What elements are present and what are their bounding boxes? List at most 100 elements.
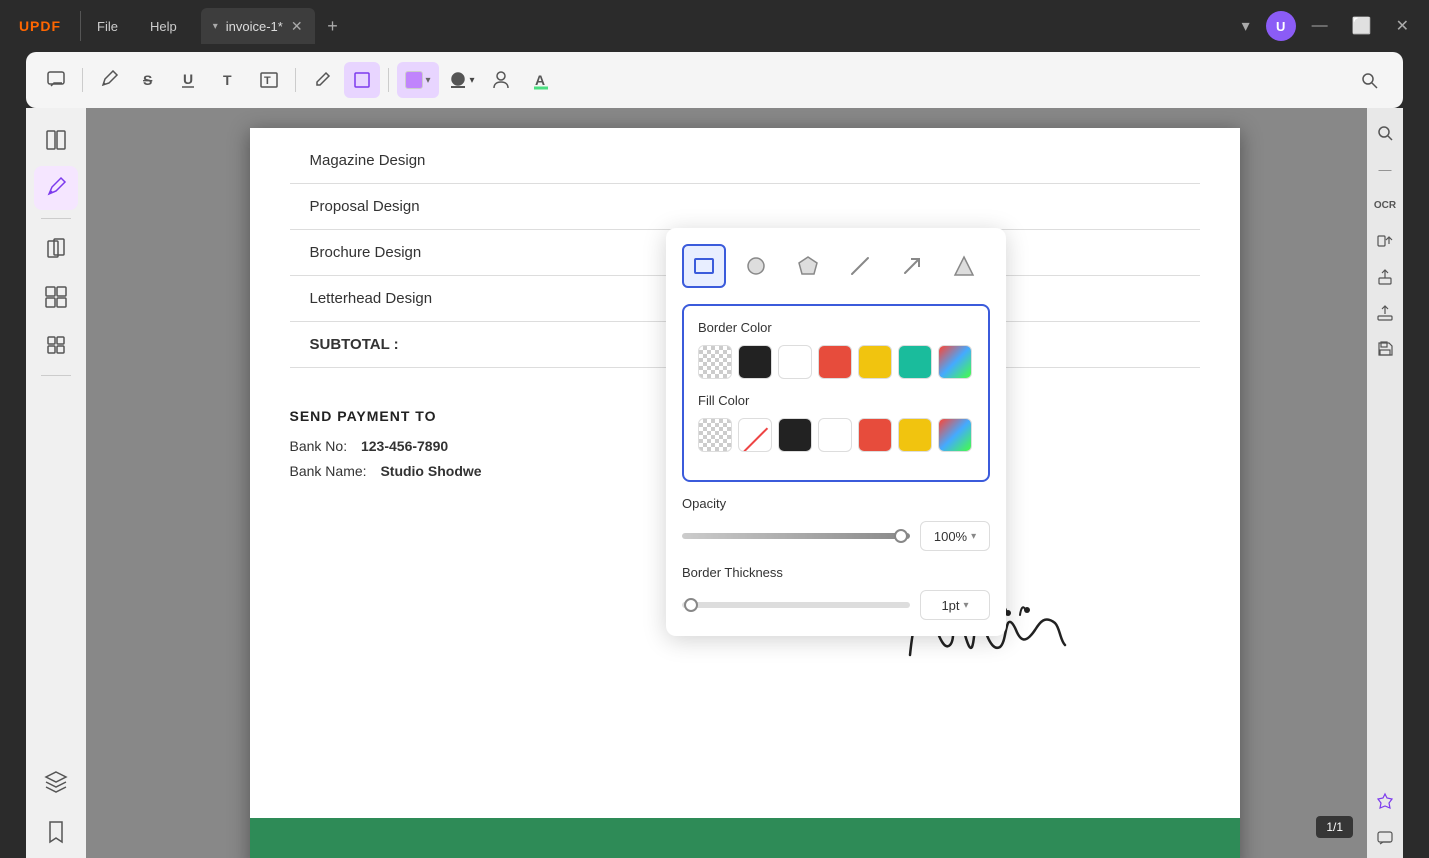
- fill-color-yellow[interactable]: [898, 418, 932, 452]
- thickness-value-box[interactable]: 1pt ▾: [920, 590, 990, 620]
- text-tool-button[interactable]: T: [211, 62, 247, 98]
- border-color-red[interactable]: [818, 345, 852, 379]
- tool-sep-1: [41, 218, 71, 219]
- read-mode-button[interactable]: [34, 118, 78, 162]
- opacity-section: Opacity 100% ▾: [682, 496, 990, 551]
- pencil-tool-button[interactable]: [304, 62, 340, 98]
- maximize-button[interactable]: ⬜: [1344, 12, 1380, 40]
- menu-help[interactable]: Help: [134, 0, 193, 52]
- search-right-button[interactable]: [1370, 118, 1400, 148]
- table-row: Proposal Design: [290, 184, 1200, 230]
- scroll-top-button[interactable]: —: [1370, 154, 1400, 184]
- border-color-transparent[interactable]: [698, 345, 732, 379]
- color-swatch-dot: [405, 71, 423, 89]
- fill-color-white[interactable]: [818, 418, 852, 452]
- text-color-button[interactable]: A: [523, 62, 559, 98]
- strikethrough-tool-button[interactable]: S: [131, 62, 167, 98]
- page-indicator: 1/1: [1316, 816, 1353, 838]
- fill-color-black[interactable]: [778, 418, 812, 452]
- compress-button[interactable]: [34, 323, 78, 367]
- border-color-swatches: [698, 345, 974, 379]
- upload-button[interactable]: [1370, 298, 1400, 328]
- svg-text:U: U: [183, 71, 193, 87]
- search-tool-button[interactable]: [1351, 62, 1387, 98]
- border-thickness-label: Border Thickness: [682, 565, 990, 580]
- convert-button[interactable]: [1370, 226, 1400, 256]
- user-avatar[interactable]: U: [1266, 11, 1296, 41]
- ocr-button[interactable]: OCR: [1370, 190, 1400, 220]
- color-dropdown-arrow: ▾: [425, 75, 430, 86]
- save-right-button[interactable]: [1370, 334, 1400, 364]
- opacity-value-box[interactable]: 100% ▾: [920, 521, 990, 551]
- opacity-label: Opacity: [682, 496, 990, 511]
- shape-popup: Border Color Fill Color: [666, 228, 1006, 636]
- minimize-button[interactable]: —: [1304, 13, 1336, 39]
- border-color-black[interactable]: [738, 345, 772, 379]
- border-color-yellow[interactable]: [858, 345, 892, 379]
- tab-close-icon[interactable]: ✕: [291, 18, 303, 35]
- svg-text:T: T: [264, 75, 271, 87]
- add-tab-button[interactable]: +: [319, 12, 347, 40]
- svg-text:S: S: [143, 72, 152, 88]
- shape-selector-row: [682, 244, 990, 288]
- underline-tool-button[interactable]: U: [171, 62, 207, 98]
- border-thickness-section: Border Thickness 1pt ▾: [682, 565, 990, 620]
- border-thickness-row: 1pt ▾: [682, 590, 990, 620]
- color-swatch-button[interactable]: ▾: [397, 62, 439, 98]
- comment-tool-button[interactable]: [38, 62, 74, 98]
- magic-button[interactable]: [1370, 788, 1400, 818]
- fill-color-none[interactable]: [738, 418, 772, 452]
- highlight-panel-button[interactable]: [34, 166, 78, 210]
- opacity-slider[interactable]: [682, 533, 910, 539]
- fill-color-red[interactable]: [858, 418, 892, 452]
- rectangle-shape-option[interactable]: [682, 244, 726, 288]
- opacity-dropdown-arrow: ▾: [971, 531, 976, 542]
- thickness-slider[interactable]: [682, 602, 910, 608]
- triangle-shape-option[interactable]: [942, 244, 986, 288]
- border-color-white[interactable]: [778, 345, 812, 379]
- right-tool-panel: — OCR: [1367, 108, 1403, 858]
- border-color-gradient[interactable]: [938, 345, 972, 379]
- opacity-thumb[interactable]: [894, 529, 908, 543]
- active-tab[interactable]: ▾ invoice-1* ✕: [201, 8, 315, 44]
- tab-arrow-icon: ▾: [213, 21, 218, 32]
- fill-color-transparent[interactable]: [698, 418, 732, 452]
- tool-sep-2: [41, 375, 71, 376]
- color-panel: Border Color Fill Color: [682, 304, 990, 482]
- close-button[interactable]: ✕: [1388, 12, 1417, 40]
- table-cell-magazine: Magazine Design: [290, 138, 1200, 184]
- pages-button[interactable]: [34, 227, 78, 271]
- thickness-thumb[interactable]: [684, 598, 698, 612]
- menu-file[interactable]: File: [81, 0, 134, 52]
- border-color-teal[interactable]: [898, 345, 932, 379]
- text-box-tool-button[interactable]: T: [251, 62, 287, 98]
- table-row: Magazine Design: [290, 138, 1200, 184]
- arrow-shape-option[interactable]: [890, 244, 934, 288]
- bookmark-button[interactable]: [34, 810, 78, 854]
- line-shape-option[interactable]: [838, 244, 882, 288]
- border-color-label: Border Color: [698, 320, 974, 335]
- border-color-button[interactable]: ▾: [443, 62, 479, 98]
- toolbar-sep-2: [295, 68, 296, 92]
- shape-tool-button[interactable]: [344, 62, 380, 98]
- highlight-tool-button[interactable]: [91, 62, 127, 98]
- menu-bar: File Help: [81, 0, 193, 52]
- person-tool-button[interactable]: [483, 62, 519, 98]
- toolbar-sep-1: [82, 68, 83, 92]
- tab-list-icon[interactable]: ▾: [1234, 12, 1258, 40]
- layers-button[interactable]: [34, 760, 78, 804]
- app-logo: UPDF: [0, 0, 80, 52]
- table-cell-proposal: Proposal Design: [290, 184, 1200, 230]
- left-sidebar: [0, 52, 26, 858]
- thickness-dropdown-arrow: ▾: [964, 600, 969, 611]
- fill-color-gradient[interactable]: [938, 418, 972, 452]
- tab-label: invoice-1*: [226, 19, 283, 34]
- title-bar: UPDF File Help ▾ invoice-1* ✕ + ▾ U — ⬜ …: [0, 0, 1429, 52]
- pentagon-shape-option[interactable]: [786, 244, 830, 288]
- extract-button[interactable]: [1370, 262, 1400, 292]
- toolbar-right: [1351, 62, 1391, 98]
- arrange-button[interactable]: [34, 275, 78, 319]
- thickness-value: 1pt: [941, 598, 959, 613]
- circle-shape-option[interactable]: [734, 244, 778, 288]
- comment-panel-button[interactable]: [1370, 824, 1400, 854]
